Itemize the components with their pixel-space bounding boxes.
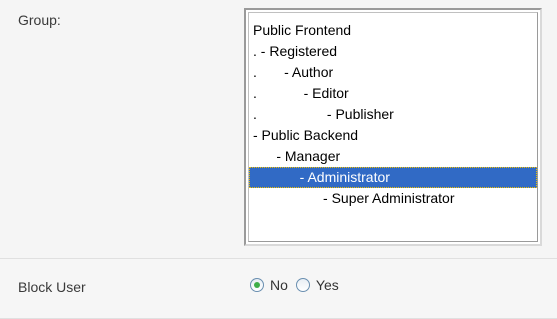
group-row: Group: Public Frontend . - Registered . …	[0, 0, 557, 259]
group-option-administrator[interactable]: - Administrator	[249, 167, 537, 188]
group-option-public-backend[interactable]: - Public Backend	[249, 125, 537, 146]
group-listbox[interactable]: Public Frontend . - Registered . - Autho…	[244, 8, 542, 246]
block-user-no-radio[interactable]	[250, 278, 264, 292]
group-option-author[interactable]: . - Author	[249, 62, 537, 83]
group-option-editor[interactable]: . - Editor	[249, 83, 537, 104]
group-options: Public Frontend . - Registered . - Autho…	[248, 12, 538, 242]
group-label: Group:	[18, 12, 61, 28]
block-user-row: Block User No Yes	[0, 259, 557, 319]
block-user-label: Block User	[18, 279, 86, 295]
group-option-public-frontend[interactable]: Public Frontend	[249, 20, 537, 41]
block-user-yes-radio[interactable]	[295, 278, 310, 292]
radio-checked-dot-icon	[254, 282, 260, 288]
block-user-radio-group: No Yes	[250, 277, 347, 293]
group-option-manager[interactable]: - Manager	[249, 146, 537, 167]
block-user-no-label[interactable]: No	[270, 277, 288, 293]
group-option-publisher[interactable]: . - Publisher	[249, 104, 537, 125]
group-option-super-administrator[interactable]: - Super Administrator	[249, 188, 537, 209]
group-option-registered[interactable]: . - Registered	[249, 41, 537, 62]
block-user-yes-label[interactable]: Yes	[316, 277, 339, 293]
